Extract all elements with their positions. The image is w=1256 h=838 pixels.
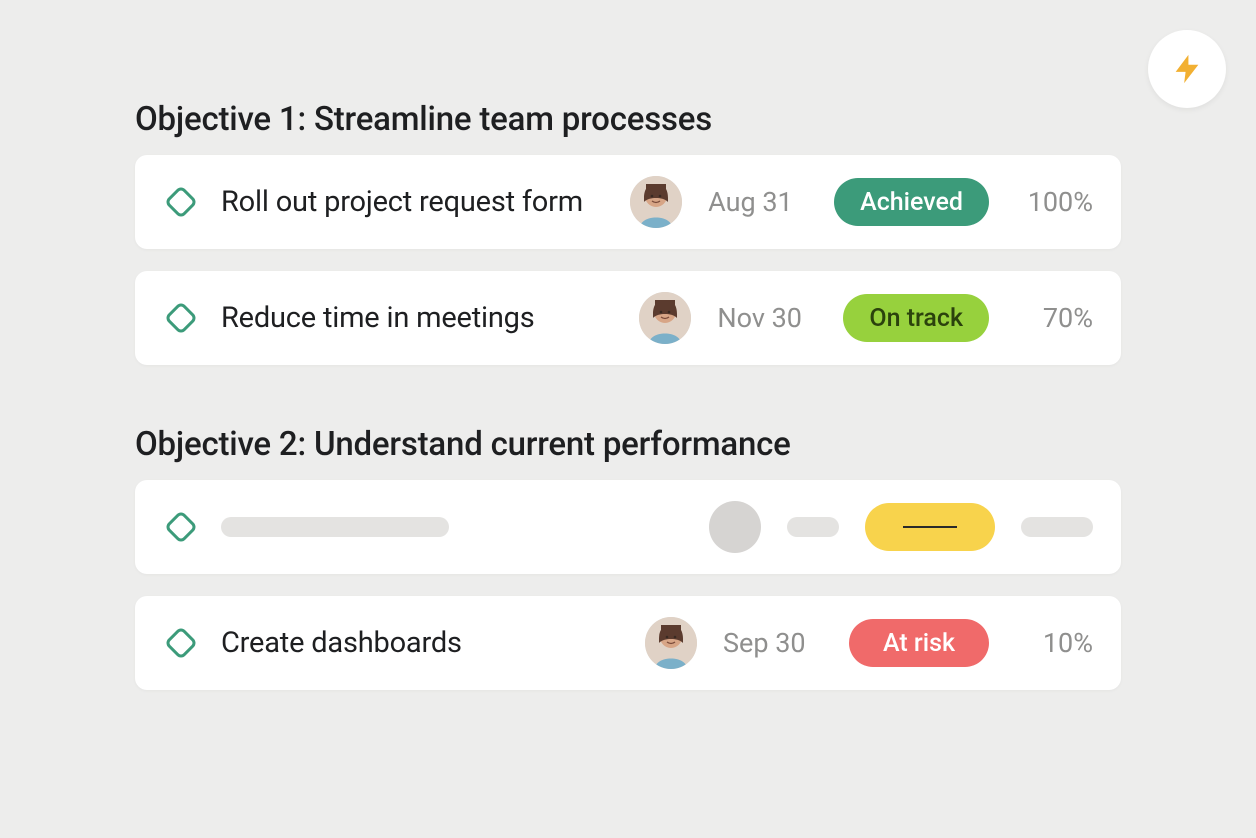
status-badge[interactable]: At risk	[849, 619, 989, 667]
task-title: Create dashboards	[221, 626, 645, 660]
objective-title: Objective 2: Understand current performa…	[135, 425, 1121, 464]
task-meta	[709, 501, 1093, 553]
assignee-avatar[interactable]	[639, 292, 691, 344]
task-title: Reduce time in meetings	[221, 301, 639, 335]
progress-value: 100%	[1015, 186, 1093, 218]
task-meta: Aug 31 Achieved 100%	[630, 176, 1093, 228]
assignee-avatar[interactable]	[630, 176, 682, 228]
due-date: Sep 30	[723, 627, 823, 659]
due-date: Aug 31	[708, 186, 808, 218]
milestone-diamond-icon	[163, 625, 199, 661]
placeholder-title	[221, 517, 449, 537]
due-date: Nov 30	[717, 302, 817, 334]
status-badge-pending[interactable]	[865, 503, 995, 551]
placeholder-date	[787, 517, 839, 537]
placeholder-avatar	[709, 501, 761, 553]
task-meta: Nov 30 On track 70%	[639, 292, 1093, 344]
progress-value: 70%	[1015, 302, 1093, 334]
status-badge[interactable]: Achieved	[834, 178, 989, 226]
milestone-diamond-icon	[163, 184, 199, 220]
placeholder-progress	[1021, 517, 1093, 537]
task-card[interactable]: Reduce time in meetings Nov 30 On track …	[135, 271, 1121, 365]
task-card[interactable]: Create dashboards Sep 30 At risk 10%	[135, 596, 1121, 690]
task-title: Roll out project request form	[221, 185, 630, 219]
lightning-fab[interactable]	[1148, 30, 1226, 108]
status-badge[interactable]: On track	[843, 294, 989, 342]
objectives-panel: Objective 1: Streamline team processes R…	[0, 0, 1256, 838]
task-meta: Sep 30 At risk 10%	[645, 617, 1093, 669]
milestone-diamond-icon	[163, 300, 199, 336]
milestone-diamond-icon	[163, 509, 199, 545]
lightning-icon	[1170, 52, 1204, 86]
assignee-avatar[interactable]	[645, 617, 697, 669]
progress-value: 10%	[1015, 627, 1093, 659]
task-card-placeholder[interactable]	[135, 480, 1121, 574]
objective-group-2: Objective 2: Understand current performa…	[135, 425, 1121, 690]
task-card[interactable]: Roll out project request form Aug 31 Ach…	[135, 155, 1121, 249]
objective-group-1: Objective 1: Streamline team processes R…	[135, 100, 1121, 365]
objective-title: Objective 1: Streamline team processes	[135, 100, 1121, 139]
